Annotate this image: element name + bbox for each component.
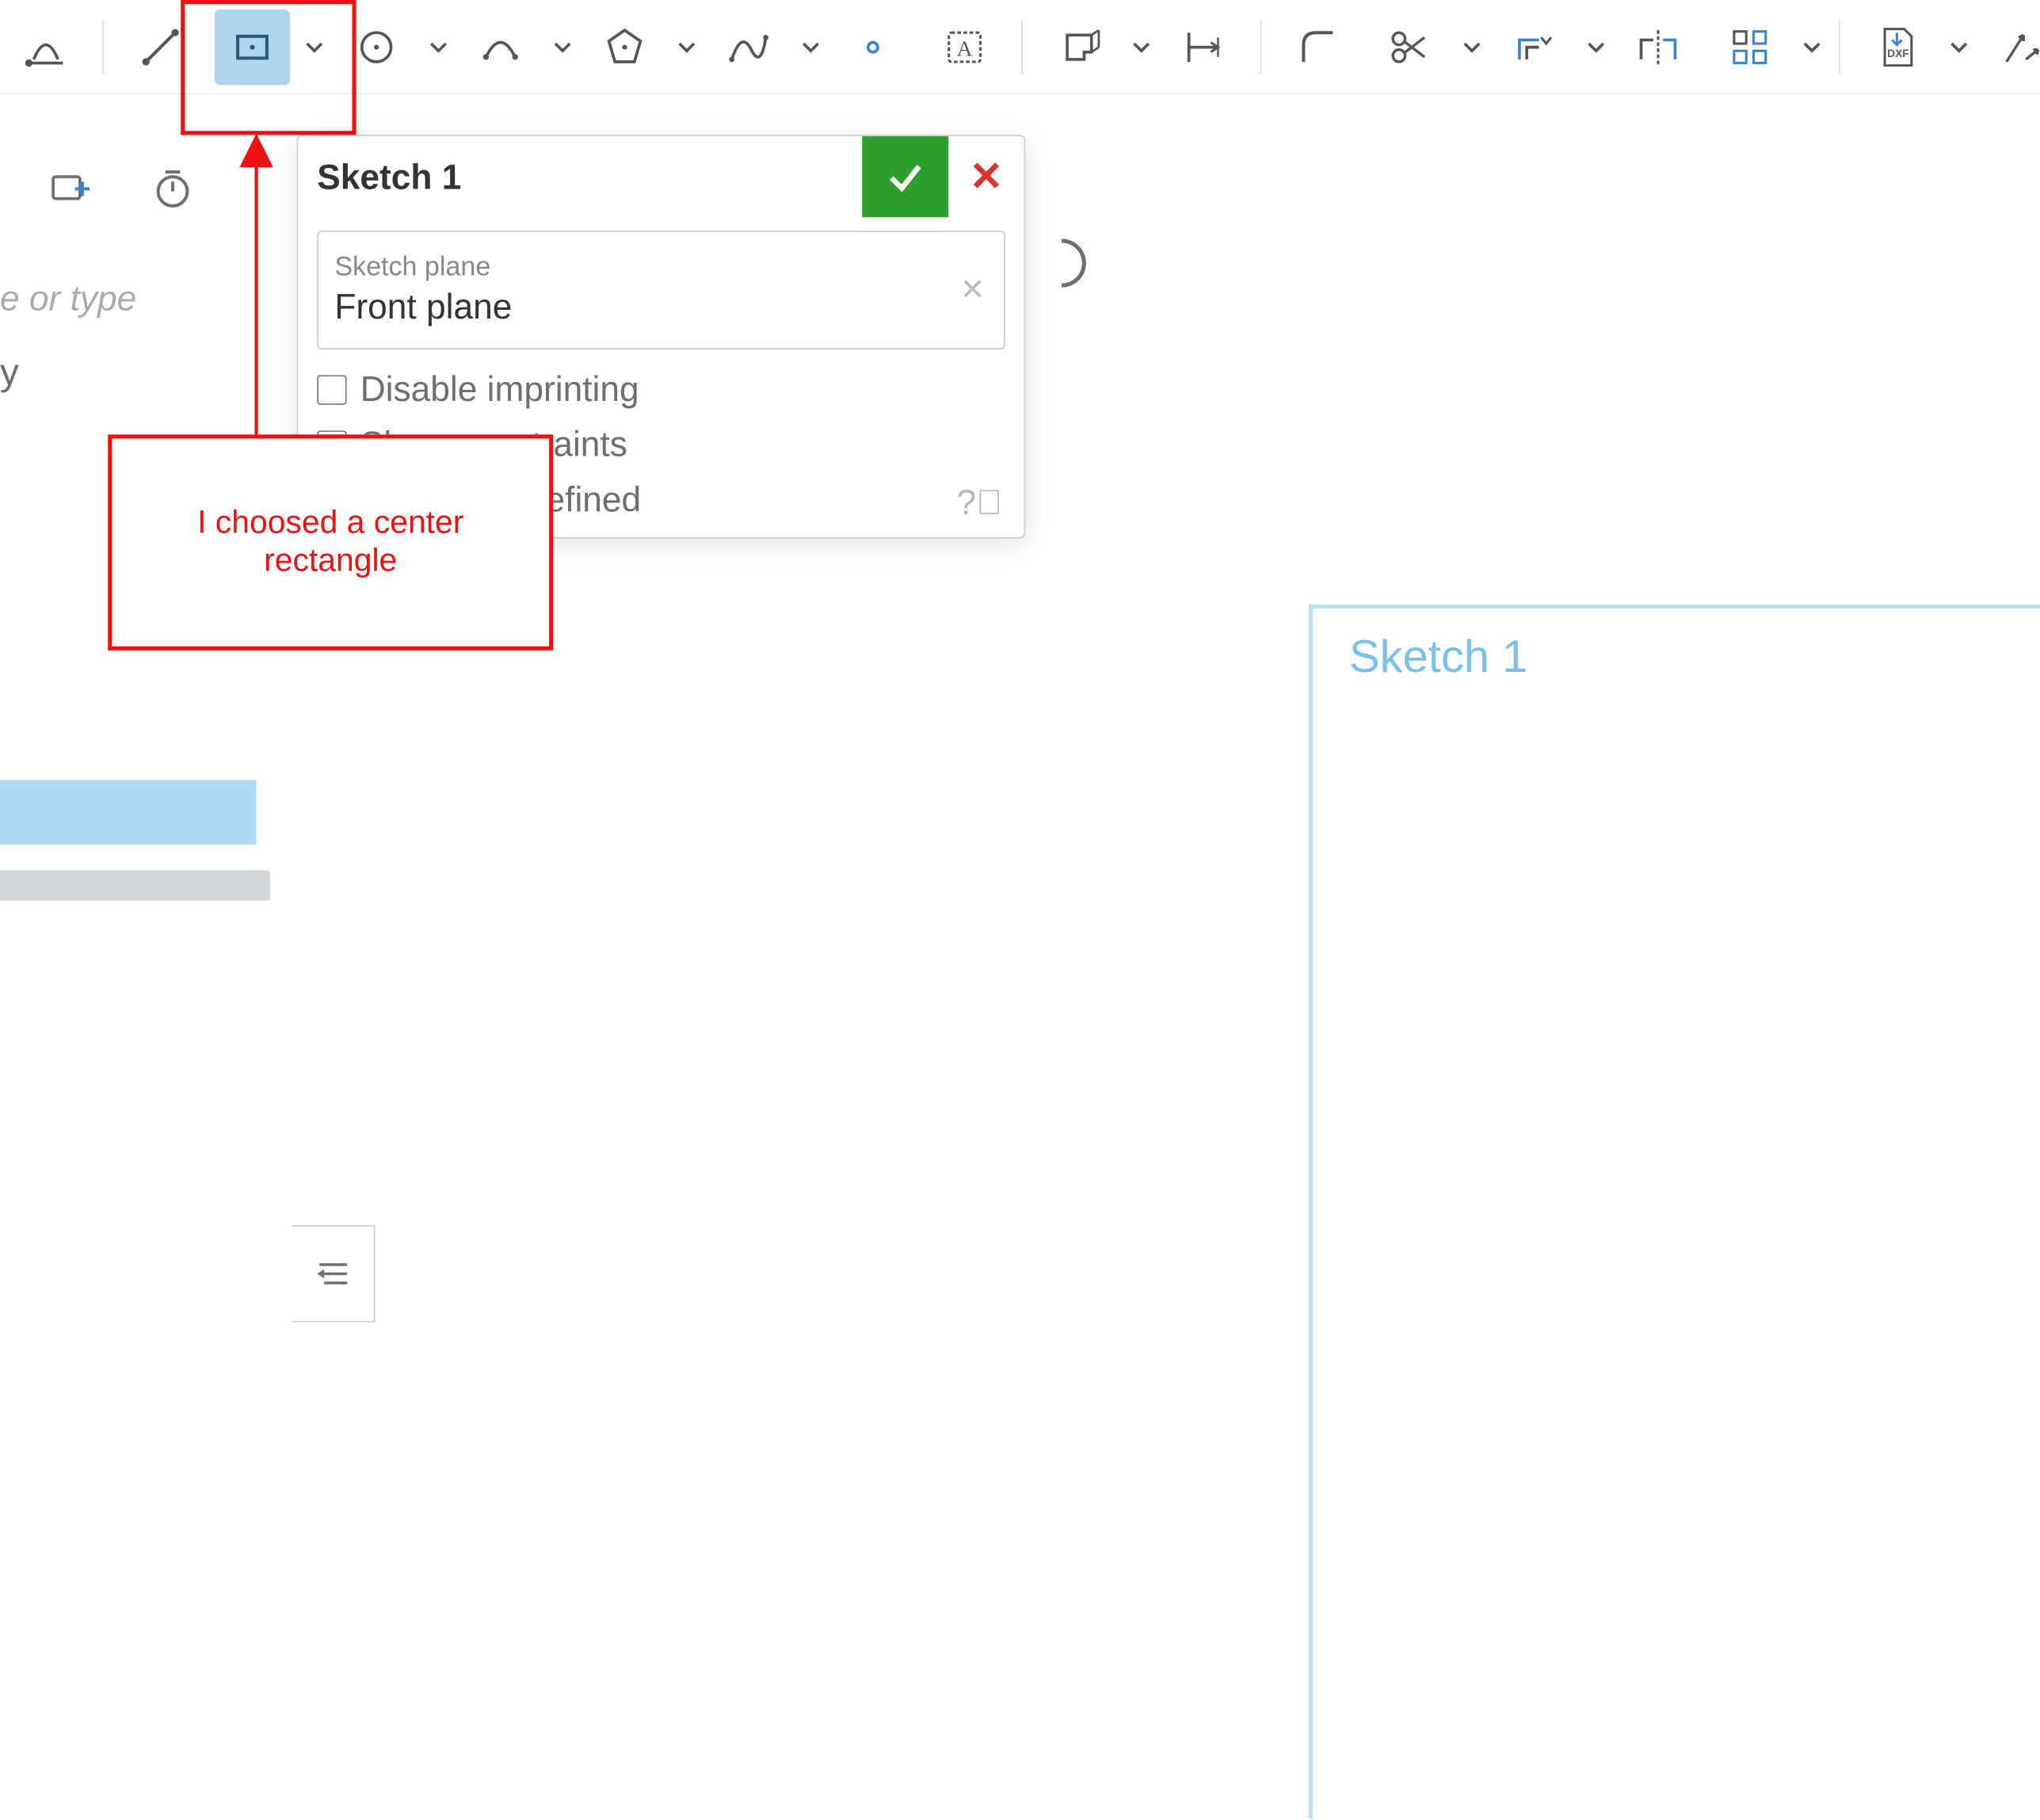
- disable-imprinting-option[interactable]: Disable imprinting: [317, 368, 1005, 410]
- svg-text:A: A: [957, 35, 973, 59]
- cancel-button[interactable]: ✕: [948, 136, 1024, 217]
- sketch-boundary: [1309, 605, 2040, 1819]
- final-op-icon[interactable]: [1028, 229, 1096, 298]
- accept-button[interactable]: [862, 136, 948, 217]
- feature-panel-icons: [46, 165, 197, 223]
- help-icon[interactable]: ?⃝: [956, 482, 1002, 524]
- sketch-toolbar: A DXF Search tools... alt/⌥ c: [0, 0, 2040, 94]
- feature-list-fragment: y: [0, 351, 19, 394]
- circle-tool-icon[interactable]: [338, 9, 414, 84]
- use-tool-icon[interactable]: [1042, 9, 1117, 84]
- dxf-tool-icon[interactable]: DXF: [1859, 9, 1935, 84]
- arc-dropdown[interactable]: [547, 9, 579, 84]
- spline-tool-icon[interactable]: [711, 9, 786, 84]
- timer-icon[interactable]: [148, 165, 196, 223]
- feature-rollback-bar[interactable]: [0, 870, 270, 899]
- pattern-tool-icon[interactable]: [1712, 9, 1787, 84]
- polygon-tool-icon[interactable]: [587, 9, 662, 84]
- annotation-text-1: I choosed a center rectangle: [128, 505, 533, 580]
- offset-tool-icon[interactable]: [1497, 9, 1572, 84]
- add-feature-icon[interactable]: [46, 165, 94, 223]
- circle-dropdown[interactable]: [422, 9, 455, 84]
- annotation-box-1: I choosed a center rectangle: [108, 434, 553, 650]
- disable-imprinting-checkbox[interactable]: [317, 375, 346, 404]
- clear-plane-icon[interactable]: ✕: [960, 273, 985, 307]
- rectangle-dropdown[interactable]: [298, 9, 330, 84]
- disable-imprinting-label: Disable imprinting: [360, 368, 639, 410]
- arc-tool-icon[interactable]: [463, 9, 538, 84]
- rectangle-tool-icon[interactable]: [215, 9, 290, 84]
- trim-tool-icon[interactable]: [1372, 9, 1447, 84]
- feature-filter-input[interactable]: e or type: [0, 278, 136, 320]
- dxf-dropdown[interactable]: [1943, 9, 1975, 84]
- trim-dropdown[interactable]: [1456, 9, 1489, 84]
- pattern-dropdown[interactable]: [1796, 9, 1828, 84]
- sketch-tool-icon[interactable]: [8, 9, 83, 84]
- text-tool-icon[interactable]: A: [927, 9, 1002, 84]
- line-tool-icon[interactable]: [123, 9, 198, 84]
- dimension-tool-icon[interactable]: [1165, 9, 1241, 84]
- fillet-tool-icon[interactable]: [1280, 9, 1356, 84]
- point-tool-icon[interactable]: [835, 9, 910, 84]
- sketch-dialog-title: Sketch 1: [317, 156, 461, 198]
- sketch-plane-value: Front plane: [334, 286, 987, 328]
- use-dropdown[interactable]: [1125, 9, 1157, 84]
- polygon-dropdown[interactable]: [670, 9, 703, 84]
- offset-dropdown[interactable]: [1580, 9, 1612, 84]
- sketch-plane-label: Sketch plane: [334, 252, 987, 283]
- panel-collapse-button[interactable]: [292, 1225, 376, 1322]
- sketch-plane-field[interactable]: Sketch plane Front plane ✕: [317, 231, 1005, 349]
- svg-text:DXF: DXF: [1887, 47, 1909, 59]
- spline-dropdown[interactable]: [795, 9, 827, 84]
- feature-selected-row[interactable]: [0, 780, 257, 845]
- sketch-name-label: Sketch 1: [1349, 631, 1527, 684]
- mirror-tool-icon[interactable]: [1620, 9, 1695, 84]
- transform-tool-icon[interactable]: [1983, 9, 2040, 84]
